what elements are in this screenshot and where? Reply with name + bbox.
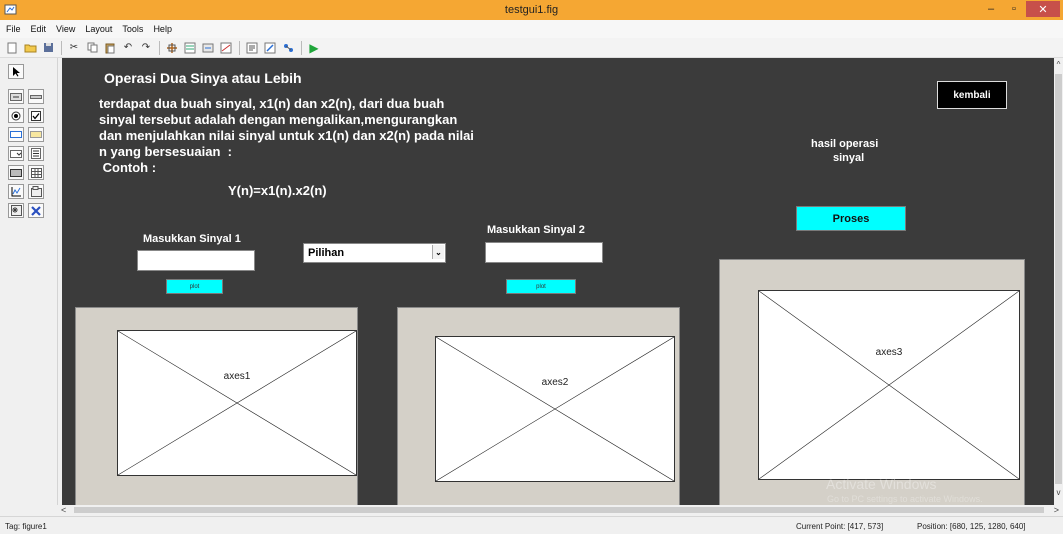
copy-icon[interactable] — [85, 41, 99, 54]
open-folder-icon[interactable] — [23, 41, 37, 54]
scroll-down-icon[interactable]: v — [1054, 488, 1063, 497]
static-text-icon[interactable] — [28, 127, 44, 142]
popup-menu-icon[interactable] — [8, 146, 24, 161]
horizontal-scrollbar[interactable]: < > — [58, 505, 1063, 515]
status-tag: Tag: figure1 — [5, 522, 47, 531]
scroll-up-icon[interactable]: ^ — [1054, 60, 1063, 69]
toolbar-separator — [301, 40, 302, 55]
formula-text: Y(n)=x1(n).x2(n) — [228, 183, 327, 198]
sinyal1-label: Masukkan Sinyal 1 — [143, 233, 241, 245]
toolbar-separator — [159, 40, 160, 55]
axes3-placeholder-cross — [759, 291, 1019, 479]
status-bar: Tag: figure1 Current Point: [417, 573] P… — [0, 516, 1063, 534]
property-inspector-icon[interactable] — [263, 41, 277, 54]
editor-icon[interactable] — [245, 41, 259, 54]
window-title: testgui1.fig — [504, 4, 559, 16]
pilihan-popup-menu[interactable]: Pilihan ⌄ — [303, 243, 446, 263]
scroll-left-icon[interactable]: < — [61, 505, 66, 515]
vertical-scroll-thumb[interactable] — [1055, 74, 1062, 484]
panel-1: axes1 — [75, 307, 358, 505]
activate-windows-hint: Go to PC settings to activate Windows. — [827, 494, 983, 504]
run-icon[interactable]: ▶ — [307, 41, 321, 55]
menu-edit[interactable]: Edit — [31, 24, 47, 34]
toolbar-separator — [61, 40, 62, 55]
description-text: terdapat dua buah sinyal, x1(n) dan x2(n… — [99, 96, 474, 175]
panel-2: axes2 — [397, 307, 680, 505]
axes3-label: axes3 — [875, 347, 903, 358]
save-icon[interactable] — [41, 41, 55, 54]
scroll-right-icon[interactable]: > — [1054, 505, 1059, 515]
axes1-label: axes1 — [223, 371, 251, 382]
activex-icon[interactable] — [28, 203, 44, 218]
vertical-scrollbar[interactable]: ^ v — [1054, 58, 1063, 505]
minimize-button[interactable]: – — [980, 0, 1002, 18]
sinyal1-input[interactable] — [137, 250, 255, 271]
listbox-icon[interactable] — [28, 146, 44, 161]
menu-tools[interactable]: Tools — [122, 24, 143, 34]
pilihan-selected-value: Pilihan — [308, 247, 345, 259]
figure-canvas[interactable]: Operasi Dua Sinya atau Lebih terdapat du… — [62, 58, 1054, 505]
plot1-button[interactable]: plot — [166, 279, 223, 294]
axes1-placeholder-cross — [118, 331, 356, 475]
maximize-button[interactable]: ▫ — [1003, 0, 1025, 18]
panel-icon[interactable] — [28, 184, 44, 199]
button-group-icon[interactable] — [8, 203, 24, 218]
object-browser-icon[interactable] — [281, 41, 295, 54]
plot2-button[interactable]: plot — [506, 279, 576, 294]
menu-help[interactable]: Help — [153, 24, 172, 34]
axes-icon[interactable] — [8, 184, 24, 199]
axes2-placeholder-cross — [436, 337, 674, 481]
toolbar-editor-icon[interactable] — [219, 41, 233, 54]
sinyal2-label: Masukkan Sinyal 2 — [487, 224, 585, 236]
menu-view[interactable]: View — [56, 24, 75, 34]
page-title: Operasi Dua Sinya atau Lebih — [104, 70, 302, 86]
paste-icon[interactable] — [103, 41, 117, 54]
undo-icon[interactable]: ↶ — [121, 41, 135, 54]
panel-3: axes3 — [719, 259, 1025, 505]
sinyal2-input[interactable] — [485, 242, 603, 263]
proses-button[interactable]: Proses — [796, 206, 906, 231]
align-icon[interactable] — [165, 41, 179, 54]
toggle-button-icon[interactable] — [8, 165, 24, 180]
kembali-button[interactable]: kembali — [937, 81, 1007, 109]
table-icon[interactable] — [28, 165, 44, 180]
axes3[interactable]: axes3 — [758, 290, 1020, 480]
component-palette — [0, 58, 58, 505]
checkbox-icon[interactable] — [28, 108, 44, 123]
status-position: Position: [680, 125, 1280, 640] — [917, 522, 1026, 531]
new-file-icon[interactable] — [5, 41, 19, 54]
title-bar: testgui1.fig – ▫ ✕ — [0, 0, 1063, 20]
menu-file[interactable]: File — [6, 24, 21, 34]
chevron-down-icon[interactable]: ⌄ — [432, 245, 444, 259]
menu-layout[interactable]: Layout — [85, 24, 112, 34]
slider-icon[interactable] — [28, 89, 44, 104]
menu-editor-icon[interactable] — [183, 41, 197, 54]
activate-windows-watermark: Activate Windows — [826, 476, 937, 492]
menu-bar: File Edit View Layout Tools Help — [0, 20, 1063, 38]
cut-icon[interactable]: ✂ — [67, 41, 81, 54]
status-current-point: Current Point: [417, 573] — [796, 522, 884, 531]
select-arrow-icon[interactable] — [8, 64, 24, 79]
axes2-label: axes2 — [541, 377, 569, 388]
pushbutton-icon[interactable] — [8, 89, 24, 104]
axes2[interactable]: axes2 — [435, 336, 675, 482]
hasil-operasi-label: hasil operasi — [811, 138, 879, 150]
toolbar-separator — [239, 40, 240, 55]
tab-order-icon[interactable] — [201, 41, 215, 54]
close-button[interactable]: ✕ — [1026, 1, 1060, 17]
horizontal-scroll-thumb[interactable] — [74, 507, 1044, 513]
hasil-operasi-label-line2: sinyal — [833, 152, 865, 164]
radio-button-icon[interactable] — [8, 108, 24, 123]
redo-icon[interactable]: ↷ — [139, 41, 153, 54]
axes1[interactable]: axes1 — [117, 330, 357, 476]
toolbar: ✂ ↶ ↷ ▶ — [0, 38, 1063, 58]
edit-text-icon[interactable] — [8, 127, 24, 142]
